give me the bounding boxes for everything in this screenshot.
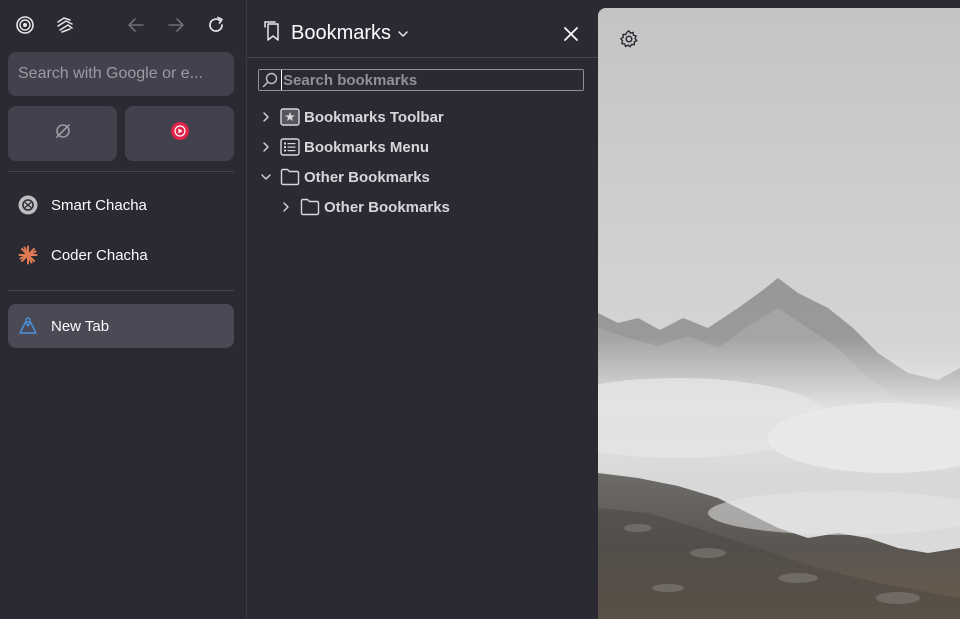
tree-item-label: Bookmarks Toolbar [304, 108, 444, 126]
bookmarks-search-field[interactable] [258, 69, 584, 91]
folder-icon [300, 197, 320, 217]
bookmarks-toolbar-icon [280, 107, 300, 127]
chevron-down-icon [397, 28, 409, 40]
url-bar-placeholder: Search with Google or e... [18, 65, 203, 82]
bookmark-icon [263, 20, 281, 47]
sidebar: Search with Google or e... Smart Chacha … [0, 0, 246, 619]
panel-title: Bookmarks [291, 22, 392, 44]
tree-item-label: Other Bookmarks [324, 198, 450, 216]
chatbot-swirl-icon[interactable] [51, 11, 79, 39]
tree-item-label: Other Bookmarks [304, 168, 430, 186]
search-icon [259, 72, 281, 88]
chatgpt-icon [18, 195, 38, 215]
sidebar-item-smart-chacha[interactable]: Smart Chacha [8, 183, 234, 227]
chevron-down-icon[interactable] [256, 167, 276, 187]
new-tab-icon [18, 316, 38, 336]
tree-item-label: Bookmarks Menu [304, 138, 430, 156]
close-icon[interactable] [561, 24, 581, 44]
firefox-view-icon[interactable] [11, 11, 39, 39]
chevron-right-icon[interactable] [276, 197, 296, 217]
panel-header: Bookmarks [247, 0, 598, 58]
tab-new-tab[interactable]: New Tab [8, 304, 234, 348]
search-input[interactable] [281, 70, 583, 90]
pinned-tab-no-connection[interactable] [8, 106, 117, 161]
pinned-tab-youtube-music[interactable] [125, 106, 234, 161]
mountain-wallpaper-image [598, 8, 960, 619]
forward-arrow-icon[interactable] [162, 11, 190, 39]
tree-item-bookmarks-menu[interactable]: Bookmarks Menu [256, 135, 429, 159]
chevron-right-icon[interactable] [256, 107, 276, 127]
claude-icon [18, 245, 38, 265]
tree-item-other-bookmarks[interactable]: Other Bookmarks [256, 165, 430, 189]
url-bar[interactable]: Search with Google or e... [8, 52, 234, 96]
sidebar-divider [8, 171, 234, 172]
sidebar-divider [8, 290, 234, 291]
sidebar-item-label: Coder Chacha [51, 246, 148, 264]
youtube-music-icon [170, 121, 190, 146]
reload-icon[interactable] [202, 11, 230, 39]
tab-label: New Tab [51, 317, 110, 335]
bookmarks-panel: Bookmarks Bookmarks Toolbar Bookm [246, 0, 598, 619]
no-connection-icon [53, 121, 73, 146]
new-tab-page [598, 8, 960, 619]
sidebar-item-label: Smart Chacha [51, 196, 147, 214]
bookmarks-menu-icon [280, 137, 300, 157]
chevron-right-icon[interactable] [256, 137, 276, 157]
back-arrow-icon[interactable] [122, 11, 150, 39]
sidebar-item-coder-chacha[interactable]: Coder Chacha [8, 233, 234, 277]
folder-icon [280, 167, 300, 187]
gear-icon[interactable] [618, 28, 640, 50]
tree-item-other-bookmarks-child[interactable]: Other Bookmarks [276, 195, 450, 219]
tree-item-bookmarks-toolbar[interactable]: Bookmarks Toolbar [256, 105, 444, 129]
panel-switcher[interactable]: Bookmarks [263, 20, 409, 47]
